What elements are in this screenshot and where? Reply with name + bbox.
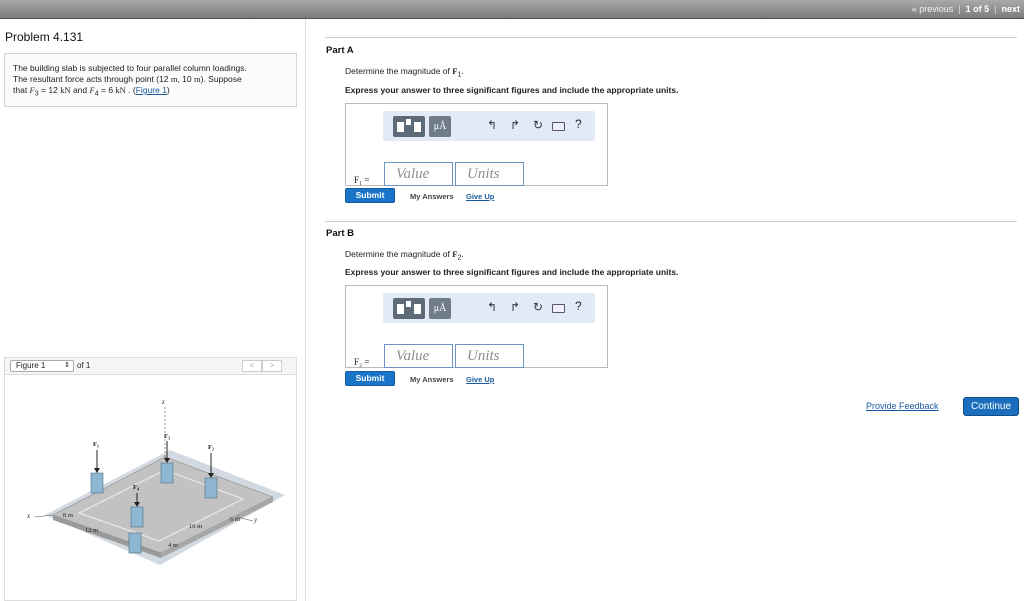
undo-icon[interactable]: ↰ [487,118,497,132]
dim-8m: 8 m [63,512,73,519]
part-a-instructions: Express your answer to three significant… [345,85,679,95]
f1-value-input[interactable]: Value [384,162,453,186]
f2-label: F₂ = [354,357,370,367]
figure-area: z x y F₁ F₃ F₂ F₄ 8 m 12 m 16 m 6 m 4 m [4,375,297,601]
templates-icon[interactable] [393,298,425,319]
keyboard-icon[interactable] [552,122,565,131]
pager: « previous | 1 of 5 | next [912,4,1020,14]
figure-next-button[interactable]: > [262,360,282,372]
figure-select[interactable]: Figure 1 ⇕ [10,360,74,372]
part-a-prompt: Determine the magnitude of F1. [345,66,464,79]
figure-link[interactable]: Figure 1 [136,85,167,95]
column-f2 [204,477,218,499]
templates-icon[interactable] [393,116,425,137]
figure-prev-button[interactable]: < [242,360,262,372]
units-icon[interactable]: μÅ [429,298,451,319]
problem-title: Problem 4.131 [5,30,84,44]
arrowhead-f1 [94,468,100,473]
x-axis-label: x [26,512,31,520]
part-a-my-answers-link[interactable]: My Answers [410,192,454,201]
column-f4 [130,506,144,528]
undo-icon[interactable]: ↰ [487,300,497,314]
part-b-my-answers-link[interactable]: My Answers [410,375,454,384]
redo-icon[interactable]: ↱ [510,118,520,132]
dim-12m: 12 m [85,527,98,534]
top-bar: « previous | 1 of 5 | next [0,0,1024,19]
figure-navigation: Figure 1 ⇕ of 1 < > [4,357,297,375]
part-a-give-up-link[interactable]: Give Up [466,192,494,201]
part-b-answer-box: μÅ ↰ ↱ ↻ ? F₂ = Value Units [345,285,608,368]
previous-link[interactable]: « previous [912,4,954,14]
pager-separator: | [994,4,997,14]
pager-separator: | [958,4,961,14]
reset-icon[interactable]: ↻ [533,300,543,314]
continue-button[interactable]: Continue [963,397,1019,416]
part-a-submit-button[interactable]: Submit [345,188,395,203]
figure-count: of 1 [77,361,91,370]
part-a-answer-box: μÅ ↰ ↱ ↻ ? F₁ = Value Units [345,103,608,186]
part-b-heading: Part B [326,228,354,239]
label-f1: F₁ [93,441,99,448]
f1-units-input[interactable]: Units [455,162,524,186]
statement-line-1: The building slab is subjected to four p… [13,63,247,73]
dim-6m: 6 m [230,516,240,523]
problem-panel: Problem 4.131 The building slab is subje… [0,19,306,601]
divider [325,221,1017,222]
help-icon[interactable]: ? [575,299,582,313]
label-f3: F₃ [164,433,170,440]
f2-value-input[interactable]: Value [384,344,453,368]
answer-panel: Part A Determine the magnitude of F1. Ex… [307,19,1024,601]
dim-16m: 16 m [189,523,202,530]
column-corner [128,532,142,554]
dim-4m: 4 m [168,542,178,549]
part-a-toolbar: μÅ ↰ ↱ ↻ ? [383,111,595,141]
provide-feedback-link[interactable]: Provide Feedback [866,401,939,411]
problem-statement: The building slab is subjected to four p… [4,53,297,107]
y-axis-label: y [253,516,258,524]
part-b-give-up-link[interactable]: Give Up [466,375,494,384]
page-count: 1 of 5 [965,4,990,14]
next-link[interactable]: next [1001,4,1020,14]
keyboard-icon[interactable] [552,304,565,313]
label-f2: F₂ [208,444,214,451]
column-f1 [90,472,104,494]
building-slab-diagram: z x y F₁ F₃ F₂ F₄ 8 m 12 m 16 m 6 m 4 m [26,398,285,565]
divider [325,37,1017,38]
f1-label: F₁ = [354,175,370,185]
redo-icon[interactable]: ↱ [510,300,520,314]
statement-line-3: that F3 = 12 kN and F4 = 6 kN . (Figure … [13,85,170,98]
part-b-prompt: Determine the magnitude of F2. [345,249,464,262]
help-icon[interactable]: ? [575,117,582,131]
label-f4: F₄ [133,484,139,491]
units-icon[interactable]: μÅ [429,116,451,137]
f2-units-input[interactable]: Units [455,344,524,368]
statement-line-2: The resultant force acts through point (… [13,74,242,84]
reset-icon[interactable]: ↻ [533,118,543,132]
part-b-submit-button[interactable]: Submit [345,371,395,386]
part-a-heading: Part A [326,45,354,56]
updown-icon: ⇕ [64,362,70,369]
z-axis-label: z [161,398,165,406]
part-b-toolbar: μÅ ↰ ↱ ↻ ? [383,293,595,323]
column-f3 [160,462,174,484]
part-b-instructions: Express your answer to three significant… [345,267,679,277]
